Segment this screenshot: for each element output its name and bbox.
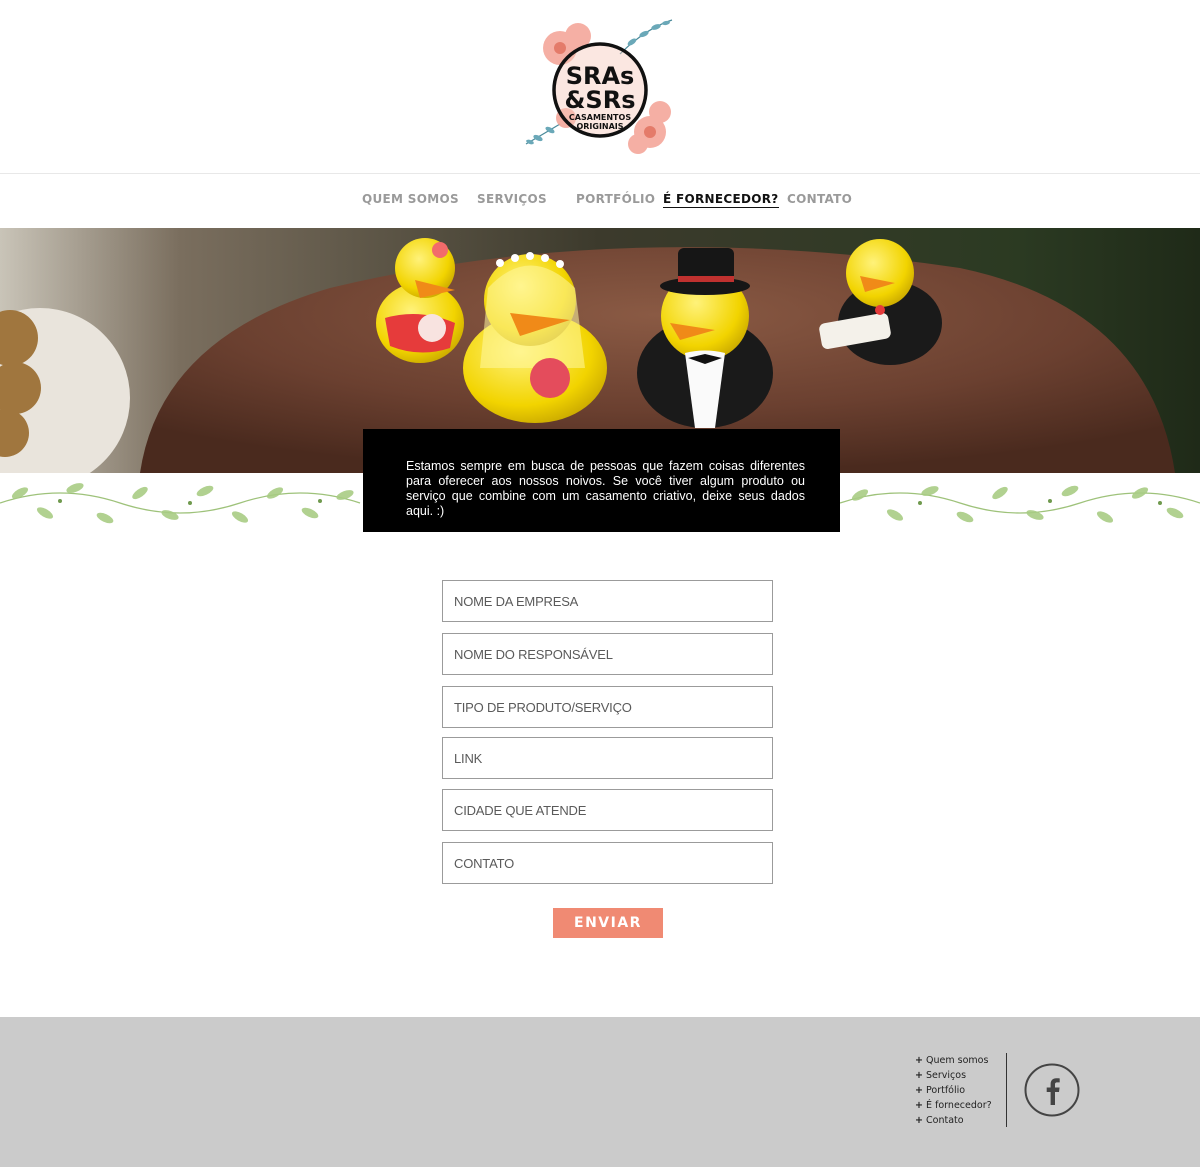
intro-box: Estamos sempre em busca de pessoas que f… — [363, 429, 840, 532]
footer-links: + Quem somos + Serviços + Portfólio + É forn… — [915, 1053, 992, 1128]
product-type-field[interactable] — [442, 686, 773, 728]
footer-link-label: Quem somos — [926, 1055, 989, 1066]
link-field[interactable] — [442, 737, 773, 779]
plus-icon: + — [915, 1085, 923, 1096]
logo[interactable]: SRAs &SRs CASAMENTOS ORIGINAIS — [520, 14, 680, 156]
company-name-field[interactable] — [442, 580, 773, 622]
plus-icon: + — [915, 1070, 923, 1081]
site-footer: + Quem somos + Serviços + Portfólio + É forn… — [0, 1017, 1200, 1167]
footer-link-quem-somos[interactable]: + Quem somos — [915, 1053, 992, 1068]
footer-link-contato[interactable]: + Contato — [915, 1113, 992, 1128]
plus-icon: + — [915, 1055, 923, 1066]
footer-link-label: É fornecedor? — [926, 1100, 992, 1111]
footer-link-portfolio[interactable]: + Portfólio — [915, 1083, 992, 1098]
nav-link-e-fornecedor[interactable]: É FORNECEDOR? — [663, 192, 779, 208]
site-header: SRAs &SRs CASAMENTOS ORIGINAIS — [0, 0, 1200, 173]
logo-text-line3: CASAMENTOS — [569, 113, 631, 122]
intro-text: Estamos sempre em busca de pessoas que f… — [406, 459, 805, 518]
nav-link-servicos[interactable]: SERVIÇOS — [477, 192, 547, 206]
footer-link-servicos[interactable]: + Serviços — [915, 1068, 992, 1083]
logo-text-line4: ORIGINAIS — [576, 122, 623, 131]
nav-link-quem-somos[interactable]: QUEM SOMOS — [362, 192, 459, 206]
footer-link-e-fornecedor[interactable]: + É fornecedor? — [915, 1098, 992, 1113]
responsible-name-field[interactable] — [442, 633, 773, 675]
nav-link-contato[interactable]: CONTATO — [787, 192, 852, 206]
plus-icon: + — [915, 1100, 923, 1111]
footer-link-label: Contato — [926, 1115, 964, 1126]
footer-link-label: Portfólio — [926, 1085, 966, 1096]
plus-icon: + — [915, 1115, 923, 1126]
logo-text-line2: &SRs — [565, 86, 636, 114]
facebook-icon[interactable] — [1024, 1063, 1080, 1117]
submit-button[interactable]: ENVIAR — [553, 908, 663, 938]
city-field[interactable] — [442, 789, 773, 831]
main-nav: QUEM SOMOS SERVIÇOS PORTFÓLIO É FORNECED… — [0, 173, 1200, 228]
footer-link-label: Serviços — [926, 1070, 967, 1081]
contact-field[interactable] — [442, 842, 773, 884]
nav-link-portfolio[interactable]: PORTFÓLIO — [576, 192, 655, 206]
footer-divider — [1006, 1053, 1007, 1127]
